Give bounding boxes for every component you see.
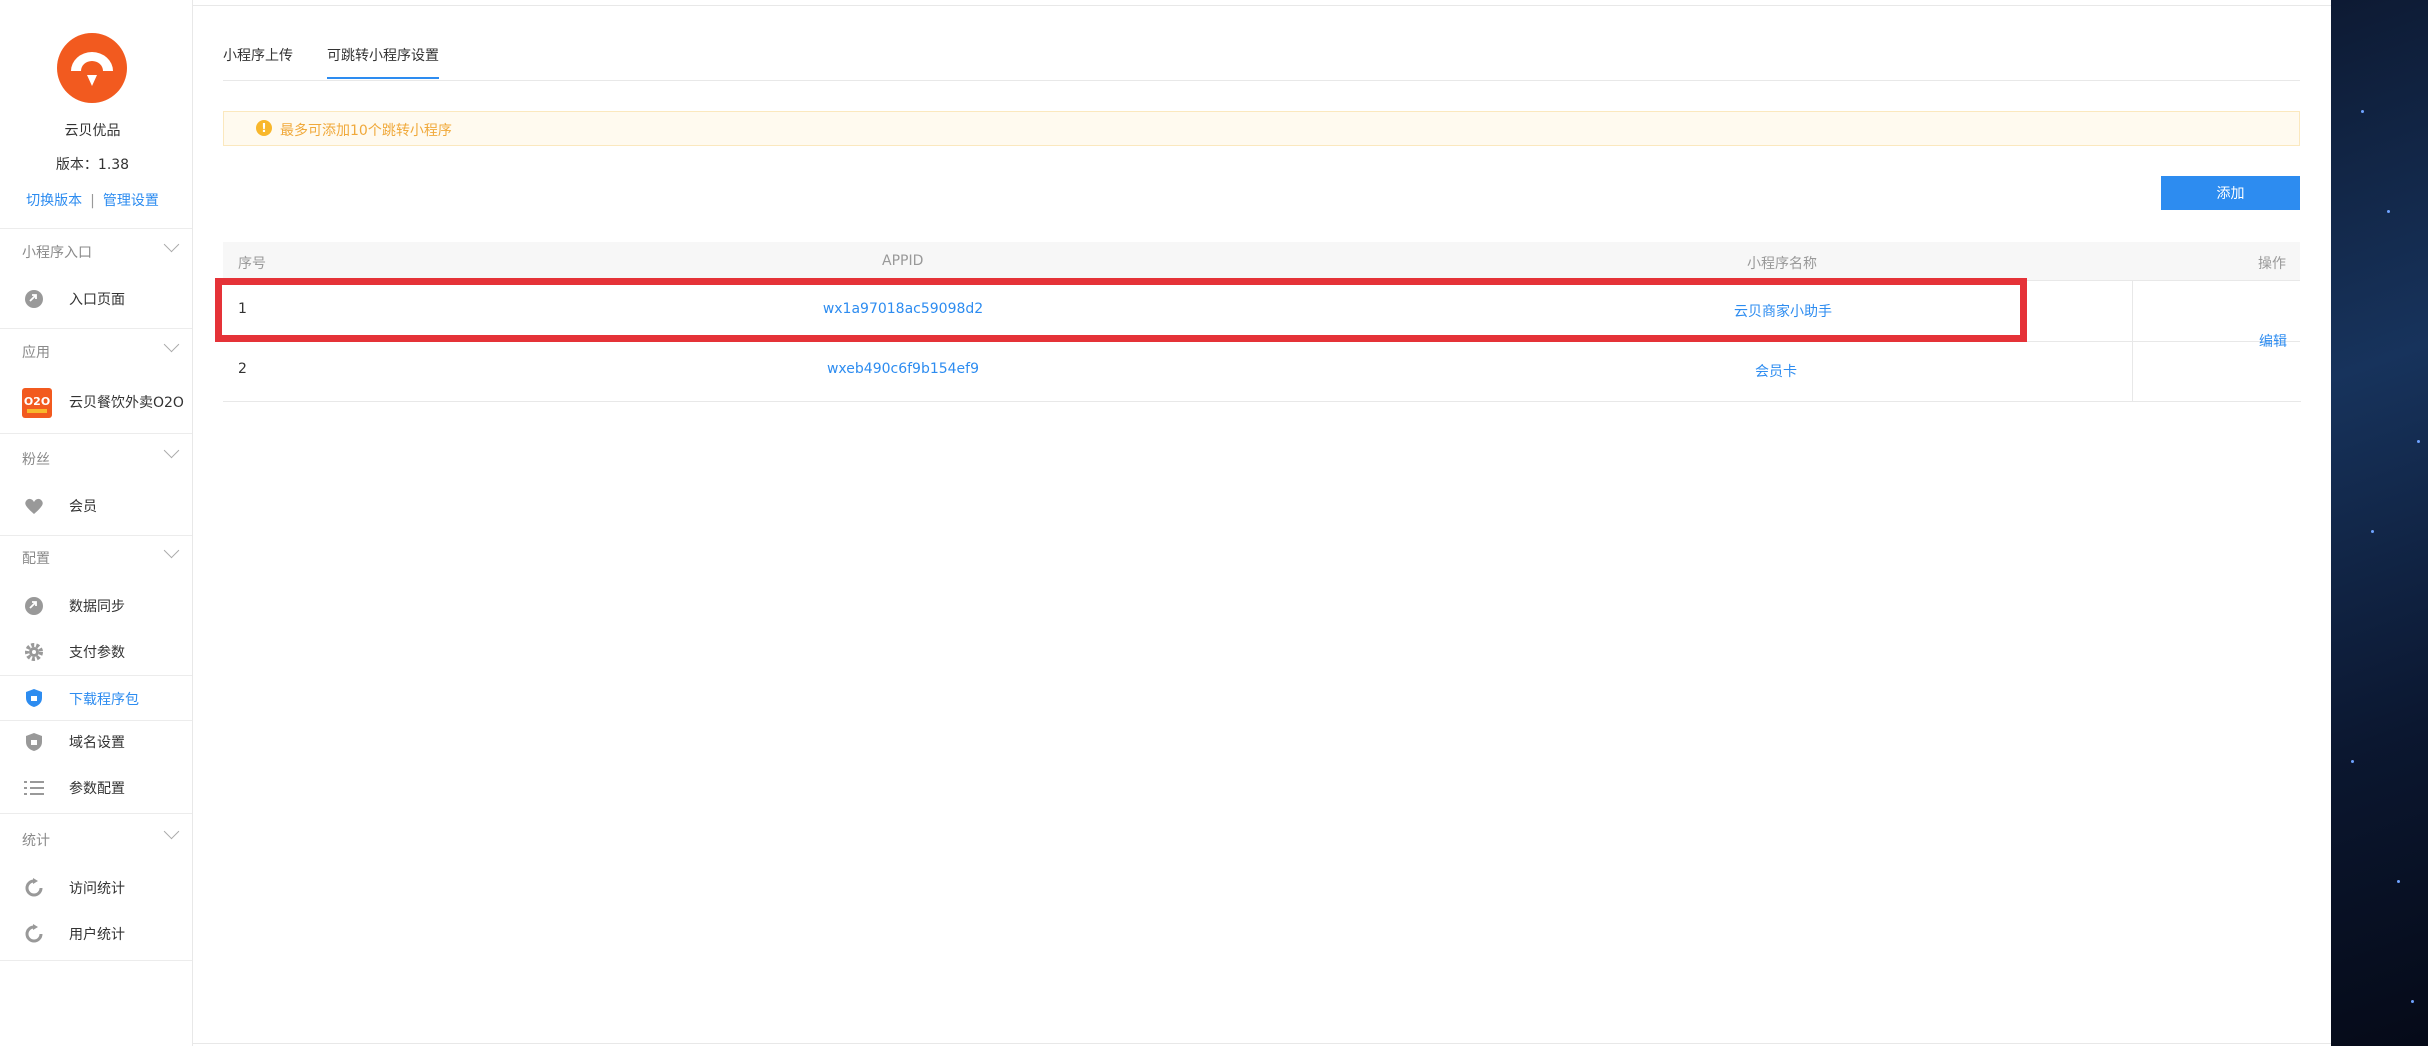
star (2351, 760, 2354, 763)
sidebar-item-domain-settings[interactable]: 域名设置 (0, 721, 192, 761)
refresh-icon (25, 878, 43, 897)
star (2397, 880, 2400, 883)
chevron-down-icon[interactable] (163, 236, 180, 253)
sync-link-icon (25, 597, 43, 615)
warning-icon: ! (256, 120, 272, 136)
sidebar-item-label: 云贝餐饮外卖O2O (69, 395, 184, 411)
column-header-index: 序号 (238, 256, 266, 272)
sidebar-item-label: 入口页面 (69, 292, 125, 308)
sidebar-item-o2o[interactable]: O2O 云贝餐饮外卖O2O (0, 381, 192, 421)
sidebar-item-visit-stats[interactable]: 访问统计 (0, 867, 192, 907)
sidebar-item-label: 下载程序包 (69, 692, 139, 708)
tab-bar: 小程序上传 可跳转小程序设置 (223, 45, 2300, 81)
notice-bar: ! 最多可添加10个跳转小程序 (223, 111, 2300, 146)
link-icon (25, 290, 43, 308)
section-divider (0, 535, 192, 536)
sidebar-item-label: 会员 (69, 499, 97, 515)
section-title-stats[interactable]: 统计 (22, 830, 50, 850)
row-index: 2 (238, 361, 247, 377)
sidebar-item-label: 用户统计 (69, 927, 125, 943)
section-divider (0, 433, 192, 434)
section-divider (0, 960, 192, 961)
section-divider (0, 328, 192, 329)
sidebar-item-label: 域名设置 (69, 735, 125, 751)
table-header: 序号 APPID 小程序名称 操作 (223, 242, 2300, 281)
chevron-down-icon[interactable] (163, 336, 180, 353)
shield-icon (26, 733, 42, 751)
sidebar: 云贝优品 版本：1.38 切换版本 | 管理设置 小程序入口 入口页面 应用 O2O… (0, 0, 193, 1046)
sidebar-item-entry-page[interactable]: 入口页面 (0, 278, 192, 318)
sidebar-item-label: 数据同步 (69, 599, 125, 615)
chevron-down-icon[interactable] (163, 542, 180, 559)
section-divider (0, 813, 192, 814)
sidebar-item-label: 访问统计 (69, 881, 125, 897)
shield-icon (26, 689, 42, 707)
star (2417, 440, 2420, 443)
list-icon (24, 781, 44, 795)
app-logo (57, 33, 127, 103)
sidebar-item-user-stats[interactable]: 用户统计 (0, 913, 192, 953)
row-name[interactable]: 会员卡 (1755, 361, 1797, 381)
tab-upload[interactable]: 小程序上传 (223, 45, 293, 77)
sidebar-item-label: 参数配置 (69, 781, 125, 797)
o2o-app-icon: O2O (22, 388, 52, 418)
sidebar-item-download-package[interactable]: 下载程序包 (0, 675, 192, 721)
section-title-fans[interactable]: 粉丝 (22, 449, 50, 469)
column-header-name: 小程序名称 (1747, 256, 1817, 272)
star (2371, 530, 2374, 533)
actions-cell: 编辑 (2132, 280, 2301, 402)
gear-icon (25, 643, 43, 661)
sidebar-item-label: 支付参数 (69, 645, 125, 661)
switch-version-link[interactable]: 切换版本 (26, 193, 82, 209)
sidebar-item-param-config[interactable]: 参数配置 (0, 767, 192, 807)
star (2387, 210, 2390, 213)
add-button[interactable]: 添加 (2161, 176, 2300, 210)
chevron-down-icon[interactable] (163, 823, 180, 840)
refresh-icon (25, 924, 43, 943)
notice-text: 最多可添加10个跳转小程序 (280, 123, 452, 139)
section-title-entry[interactable]: 小程序入口 (22, 242, 92, 262)
heart-icon (25, 498, 43, 514)
section-title-apps[interactable]: 应用 (22, 342, 50, 362)
app-name: 云贝优品 (64, 123, 121, 139)
row-appid[interactable]: wxeb490c6f9b154ef9 (827, 361, 979, 377)
table-row: 2 wxeb490c6f9b154ef9 会员卡 (223, 341, 2300, 402)
star (2411, 1000, 2414, 1003)
star (2361, 110, 2364, 113)
section-divider (0, 228, 192, 229)
main-content: 小程序上传 可跳转小程序设置 ! 最多可添加10个跳转小程序 添加 序号 APP… (193, 0, 2331, 1046)
bottom-border (193, 1043, 2331, 1044)
sidebar-item-members[interactable]: 会员 (0, 485, 192, 525)
highlight-box (215, 278, 2027, 342)
manage-settings-link[interactable]: 管理设置 (103, 193, 159, 209)
svg-text:O2O: O2O (24, 395, 50, 408)
sidebar-item-payment-params[interactable]: 支付参数 (0, 631, 192, 671)
section-title-config[interactable]: 配置 (22, 548, 50, 568)
chevron-down-icon[interactable] (163, 442, 180, 459)
app-version: 版本：1.38 (55, 157, 130, 173)
column-header-appid: APPID (882, 253, 924, 269)
edit-link[interactable]: 编辑 (2259, 331, 2287, 351)
background-space-image (2331, 0, 2428, 1046)
account-links: 切换版本 | 管理设置 (0, 190, 185, 210)
link-separator: | (90, 193, 95, 209)
tab-jump-settings[interactable]: 可跳转小程序设置 (327, 45, 439, 79)
column-header-actions: 操作 (2258, 256, 2286, 272)
sidebar-item-data-sync[interactable]: 数据同步 (0, 585, 192, 625)
